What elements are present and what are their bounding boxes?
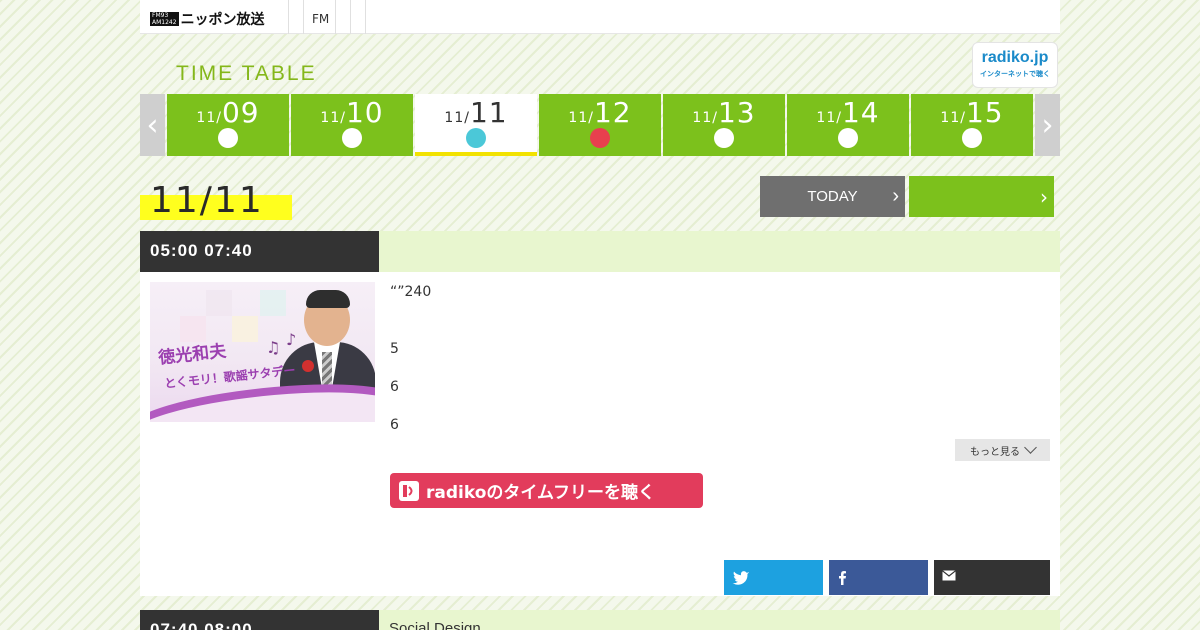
share-twitter-button[interactable]	[724, 560, 823, 595]
day-tab-day: 15	[965, 96, 1004, 129]
day-tab-month: 11/	[940, 110, 966, 126]
header-divider	[365, 0, 366, 34]
day-tab-month: 11/	[568, 110, 594, 126]
am-frequency: AM1242	[152, 19, 177, 26]
frequency-badge: FM93 AM1242	[150, 12, 179, 26]
day-tab-1115[interactable]: 11/15	[911, 94, 1033, 156]
day-tab-day: 13	[717, 96, 756, 129]
thumb-decor-square	[260, 290, 286, 316]
radiko-icon	[399, 480, 419, 501]
day-status-dot	[218, 128, 238, 148]
program-detail: ♫ ♪ 徳光和夫 とくモリ！歌謡サタデー “”240 5 6 6 もっと見る r…	[140, 272, 1060, 596]
day-status-dot	[962, 128, 982, 148]
mail-icon	[942, 570, 956, 581]
day-live-dot	[590, 128, 610, 148]
day-tab-day: 12	[593, 96, 632, 129]
radiko-timefree-label: radikoのタイムフリーを聴く	[426, 483, 656, 503]
host-hair	[306, 290, 350, 308]
show-more-button[interactable]: もっと見る	[955, 439, 1050, 461]
thumb-decor-square	[232, 316, 258, 342]
current-date: 11/11	[150, 180, 264, 221]
chevron-left-icon: ‹	[146, 107, 159, 143]
day-tab-1109[interactable]: 11/09	[167, 94, 289, 156]
fm-frequency: FM93	[152, 12, 169, 19]
twitter-icon	[732, 571, 749, 585]
header-divider	[303, 0, 304, 34]
share-facebook-button[interactable]	[829, 560, 928, 595]
site-header: FM93 AM1242 ニッポン放送 FM	[140, 0, 1060, 34]
today-label: TODAY	[807, 188, 858, 205]
show-more-label: もっと見る	[970, 446, 1020, 458]
radiko-caption: インターネットで聴く	[980, 70, 1050, 78]
station-name: ニッポン放送	[180, 12, 265, 28]
day-tab-day: 09	[221, 96, 260, 129]
day-tab-day: 11	[469, 96, 508, 129]
program-description-line: “”240	[390, 284, 432, 300]
chevron-right-icon: ›	[892, 185, 899, 207]
program-thumbnail[interactable]: ♫ ♪ 徳光和夫 とくモリ！歌謡サタデー	[150, 282, 375, 422]
music-note-icon: ♫	[266, 338, 281, 357]
header-divider	[288, 0, 289, 34]
day-tab-month: 11/	[692, 110, 718, 126]
header-divider	[350, 0, 351, 34]
share-mail-button[interactable]	[934, 560, 1050, 595]
day-tab-1112[interactable]: 11/12	[539, 94, 661, 156]
day-status-dot	[838, 128, 858, 148]
page: FM93 AM1242 ニッポン放送 FM radiko.jp インターネットで…	[140, 0, 1060, 630]
music-note-icon: ♪	[286, 330, 297, 349]
radiko-banner[interactable]: radiko.jp インターネットで聴く	[972, 42, 1058, 88]
program-description-line: 6	[390, 417, 399, 433]
station-logo[interactable]: FM93 AM1242 ニッポン放送	[150, 10, 265, 28]
day-tab-month: 11/	[320, 110, 346, 126]
day-tab-day: 14	[841, 96, 880, 129]
day-status-dot	[342, 128, 362, 148]
chevron-right-icon: ›	[1040, 185, 1048, 209]
facebook-icon	[839, 571, 846, 585]
day-tab-1111[interactable]: 11/11	[415, 94, 537, 156]
thumbnail-title: 徳光和夫	[157, 341, 228, 369]
microphone-icon	[302, 360, 314, 372]
chevron-right-icon: ›	[1041, 107, 1054, 143]
program-time: 05:00 07:40	[140, 231, 379, 272]
prev-week-button[interactable]: ‹	[140, 94, 165, 156]
chevron-down-icon	[1024, 441, 1037, 454]
next-week-button[interactable]: ›	[1035, 94, 1060, 156]
header-divider	[335, 0, 336, 34]
fm-menu-link[interactable]: FM	[312, 12, 329, 26]
program-header[interactable]: 05:00 07:40	[140, 231, 1060, 272]
today-button[interactable]: TODAY ›	[760, 176, 905, 217]
day-tab-1110[interactable]: 11/10	[291, 94, 413, 156]
program-title: Social Design	[389, 620, 481, 630]
radiko-timefree-button[interactable]: radikoのタイムフリーを聴く	[390, 473, 703, 508]
program-time: 07:40 08:00	[140, 610, 379, 630]
day-status-dot	[714, 128, 734, 148]
day-selected-dot	[466, 128, 486, 148]
day-tab-1113[interactable]: 11/13	[663, 94, 785, 156]
day-tab-1114[interactable]: 11/14	[787, 94, 909, 156]
radiko-brand: radiko.jp	[981, 49, 1049, 66]
day-tab-month: 11/	[816, 110, 842, 126]
day-tab-day: 10	[345, 96, 384, 129]
program-description-line: 5	[390, 341, 399, 357]
day-tab-month: 11/	[196, 110, 222, 126]
timetable-title: TIME TABLE	[176, 62, 317, 85]
program-description-line: 6	[390, 379, 399, 395]
day-tab-month: 11/	[444, 110, 470, 126]
thumb-decor-square	[206, 290, 232, 316]
next-day-button[interactable]: ›	[909, 176, 1054, 217]
program-header[interactable]: 07:40 08:00 Social Design	[140, 610, 1060, 630]
